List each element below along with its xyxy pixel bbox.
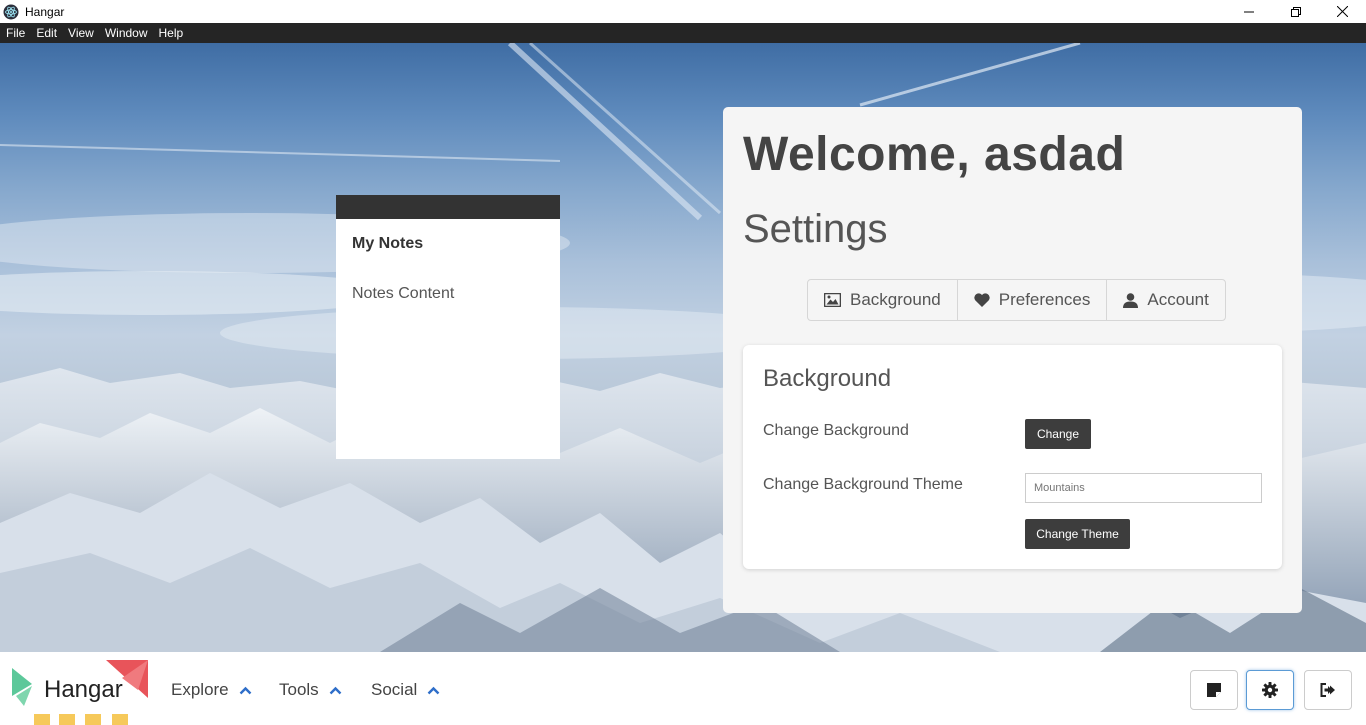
settings-panel: Welcome, asdad Settings Background Prefe… <box>723 107 1302 613</box>
menu-help[interactable]: Help <box>153 23 189 43</box>
notes-button[interactable] <box>1190 670 1238 710</box>
menu-bar: File Edit View Window Help <box>0 23 1366 43</box>
restore-icon <box>1290 6 1301 17</box>
logout-button[interactable] <box>1304 670 1352 710</box>
nav-explore-label: Explore <box>171 680 229 699</box>
theme-input[interactable] <box>1025 473 1262 503</box>
heart-icon <box>974 293 990 307</box>
nav-explore[interactable]: Explore <box>171 680 252 700</box>
settings-tabs: Background Preferences Account <box>807 279 1226 321</box>
notes-content[interactable]: Notes Content <box>336 253 560 303</box>
logo-text: Hangar <box>44 676 123 703</box>
notes-widget: My Notes Notes Content <box>336 195 560 459</box>
chevron-up-icon <box>239 686 251 694</box>
notes-drag-handle[interactable] <box>336 195 560 219</box>
notes-title: My Notes <box>352 235 424 252</box>
electron-app-icon <box>3 4 19 19</box>
nav-tools-label: Tools <box>279 680 319 699</box>
restore-button[interactable] <box>1272 0 1319 23</box>
tab-account[interactable]: Account <box>1107 280 1224 320</box>
background-settings-card: Background Change Background Change Chan… <box>743 345 1282 569</box>
tab-background-label: Background <box>850 290 941 309</box>
window-controls <box>1225 0 1366 23</box>
close-icon <box>1337 6 1348 17</box>
tab-background[interactable]: Background <box>808 280 958 320</box>
settings-button[interactable] <box>1246 670 1294 710</box>
change-theme-label: Change Background Theme <box>763 476 963 493</box>
close-button[interactable] <box>1319 0 1366 23</box>
change-background-label: Change Background <box>763 422 909 439</box>
change-background-button[interactable]: Change <box>1025 419 1091 449</box>
menu-view[interactable]: View <box>62 23 99 43</box>
tab-account-label: Account <box>1147 290 1209 309</box>
chevron-up-icon <box>329 686 342 694</box>
note-icon <box>1207 683 1221 697</box>
tab-preferences-label: Preferences <box>998 290 1091 309</box>
menu-edit[interactable]: Edit <box>30 23 62 43</box>
window-title: Hangar <box>25 4 65 19</box>
title-bar: Hangar <box>0 0 1366 23</box>
menu-file[interactable]: File <box>0 23 30 43</box>
nav-tools[interactable]: Tools <box>279 680 342 700</box>
image-icon <box>824 293 841 307</box>
background-card-title: Background <box>763 365 892 392</box>
nav-social[interactable]: Social <box>371 680 440 700</box>
tab-preferences[interactable]: Preferences <box>958 280 1108 320</box>
welcome-heading: Welcome, asdad <box>743 128 1126 181</box>
menu-window[interactable]: Window <box>99 23 153 43</box>
chevron-up-icon <box>427 686 440 694</box>
change-theme-button[interactable]: Change Theme <box>1025 519 1130 549</box>
logout-icon <box>1320 683 1335 697</box>
bottom-bar: Hangar Explore Tools Social <box>0 652 1366 725</box>
nav-social-label: Social <box>371 680 418 699</box>
hangar-logo[interactable]: Hangar <box>10 658 150 725</box>
minimize-button[interactable] <box>1225 0 1272 23</box>
minimize-icon <box>1243 11 1254 12</box>
gear-icon <box>1262 682 1278 698</box>
user-icon <box>1123 292 1139 308</box>
settings-heading: Settings <box>743 207 888 251</box>
